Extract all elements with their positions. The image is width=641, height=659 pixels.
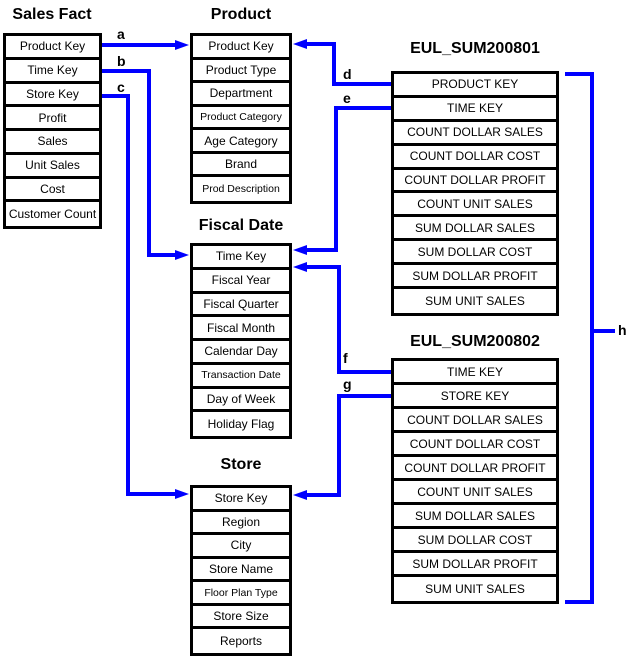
connector-g-arrow — [293, 490, 307, 500]
connector-e — [300, 106, 391, 252]
connector-label-h: h — [618, 322, 627, 338]
connector-label-a: a — [117, 26, 125, 42]
connector-f-arrow — [293, 262, 307, 272]
connector-b-arrow — [175, 250, 189, 260]
connector-label-b: b — [117, 53, 126, 69]
connector-c — [102, 94, 182, 496]
connector-lines — [102, 39, 615, 604]
connector-label-g: g — [343, 376, 352, 392]
schema-diagram: Sales Fact Product Key Time Key Store Key P… — [0, 0, 641, 659]
connector-b — [102, 69, 182, 257]
connector-h — [565, 72, 594, 604]
connector-label-d: d — [343, 66, 352, 82]
connector-label-c: c — [117, 79, 125, 95]
connector-c-arrow — [175, 489, 189, 499]
connector-e-arrow — [293, 245, 307, 255]
connector-d-arrow — [293, 39, 307, 49]
connector-label-f: f — [343, 350, 348, 366]
connector-a-arrow — [175, 40, 189, 50]
connector-g — [300, 394, 391, 497]
connector-label-e: e — [343, 90, 351, 106]
